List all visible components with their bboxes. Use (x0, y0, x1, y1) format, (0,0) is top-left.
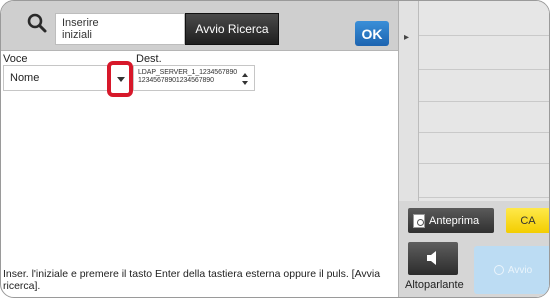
dest-select[interactable]: LDAP_SERVER_1_1234567890 123456789012345… (133, 65, 255, 91)
panel-toggle-button[interactable]: ▸ (399, 1, 419, 201)
preview-area (419, 1, 549, 201)
expand-arrow-icon: ▸ (404, 32, 410, 43)
up-down-arrows-icon (242, 73, 248, 85)
preview-divider (419, 163, 549, 164)
dest-label: Dest. (136, 53, 162, 65)
voce-value: Nome (10, 72, 40, 84)
ca-button[interactable]: CA (506, 208, 549, 233)
speaker-button[interactable] (408, 242, 458, 275)
chevron-down-icon (117, 77, 125, 82)
screen-frame: Inserire iniziali Avvio Ricerca OK Voce … (0, 0, 550, 298)
right-panel: ▸ Anteprima CA Altoparlante Avvio (398, 1, 549, 297)
start-button[interactable]: Avvio (474, 246, 549, 294)
start-button-label: Avvio (507, 264, 533, 276)
start-icon (493, 265, 504, 275)
preview-divider (419, 197, 549, 198)
search-bar: Inserire iniziali Avvio Ricerca OK (1, 1, 398, 51)
search-input[interactable]: Inserire iniziali (55, 13, 185, 45)
dest-value: LDAP_SERVER_1_1234567890 123456789012345… (138, 69, 238, 84)
preview-divider (419, 101, 549, 102)
preview-divider (419, 35, 549, 36)
voce-dropdown-button[interactable] (107, 61, 133, 97)
preview-divider (419, 132, 549, 133)
instruction-text: Inser. l'iniziale e premere il tasto Ent… (3, 268, 381, 292)
ok-button[interactable]: OK (355, 21, 389, 46)
speaker-label: Altoparlante (405, 279, 464, 291)
speaker-icon (427, 251, 436, 265)
preview-button[interactable]: Anteprima (408, 208, 494, 233)
preview-icon (413, 213, 425, 228)
preview-button-label: Anteprima (429, 214, 480, 227)
start-search-button[interactable]: Avvio Ricerca (185, 13, 279, 45)
preview-divider (419, 69, 549, 70)
search-icon (27, 13, 47, 33)
voce-label: Voce (3, 53, 28, 65)
